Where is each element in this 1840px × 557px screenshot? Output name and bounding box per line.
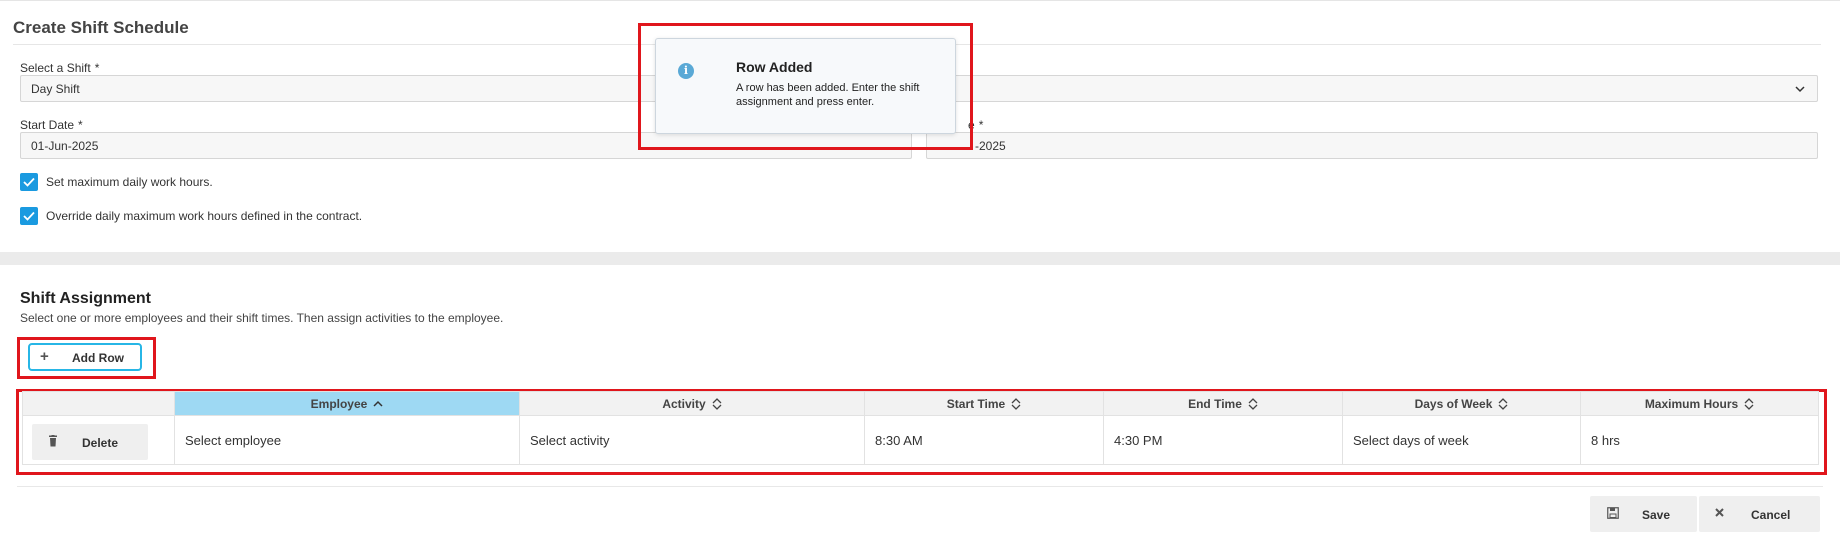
checkbox-max-daily-hours[interactable]: Set maximum daily work hours. <box>20 173 213 191</box>
required-mark: * <box>978 118 984 132</box>
grid-header-maximum-hours[interactable]: Maximum Hours <box>1581 392 1818 416</box>
checkbox-label: Override daily maximum work hours define… <box>46 209 363 223</box>
checkbox-checked[interactable] <box>20 207 38 225</box>
end-date-input[interactable]: -2025 <box>926 132 1818 159</box>
grid-header-end-time[interactable]: End Time <box>1104 392 1343 416</box>
column-label: Activity <box>662 396 706 411</box>
add-row-label: Add Row <box>72 351 124 365</box>
cell-end-time[interactable]: 4:30 PM <box>1104 416 1343 465</box>
trash-icon <box>49 435 57 447</box>
cell-text: 8:30 AM <box>875 433 923 448</box>
grid-header-start-time[interactable]: Start Time <box>865 392 1104 416</box>
checkmark-icon <box>23 177 35 187</box>
checkbox-checked[interactable] <box>20 173 38 191</box>
cell-text: 8 hrs <box>1591 433 1620 448</box>
sort-icon <box>712 397 722 410</box>
grid-header-actions <box>23 392 175 416</box>
close-icon <box>1715 508 1724 517</box>
grid-header-activity[interactable]: Activity <box>520 392 865 416</box>
cell-days-of-week[interactable]: Select days of week <box>1343 416 1581 465</box>
cell-text: Select days of week <box>1353 433 1469 448</box>
delete-row-button[interactable]: Delete <box>32 424 148 460</box>
checkmark-icon <box>23 211 35 221</box>
shift-label-text: Select a Shift <box>20 61 91 75</box>
toast-title: Row Added <box>736 59 813 75</box>
save-icon <box>1607 507 1619 519</box>
grid-header-days-of-week[interactable]: Days of Week <box>1343 392 1581 416</box>
column-label: Employee <box>310 396 368 411</box>
checkbox-override-contract-hours[interactable]: Override daily maximum work hours define… <box>20 207 362 225</box>
cell-text: 4:30 PM <box>1114 433 1163 448</box>
sort-icon <box>1248 397 1258 410</box>
cell-employee[interactable]: Select employee <box>175 416 520 465</box>
cell-start-time[interactable]: 8:30 AM <box>865 416 1104 465</box>
cell-activity[interactable]: Select activity <box>520 416 865 465</box>
toast-message: A row has been added. Enter the shift as… <box>736 82 920 108</box>
column-label: Start Time <box>946 396 1006 411</box>
cancel-button[interactable]: Cancel <box>1699 496 1820 532</box>
shift-select-value: Day Shift <box>31 82 80 96</box>
chevron-down-icon <box>1795 86 1805 93</box>
start-date-label: Start Date * <box>20 118 83 132</box>
cell-text: Select activity <box>530 433 610 448</box>
end-date-value: -2025 <box>975 139 1006 153</box>
footer-divider <box>17 486 1823 487</box>
info-icon: i <box>678 63 694 79</box>
start-date-label-text: Start Date <box>20 118 75 132</box>
cell-maximum-hours[interactable]: 8 hrs <box>1581 416 1818 465</box>
add-row-button[interactable]: + Add Row <box>28 343 142 371</box>
grid-header-employee[interactable]: Employee <box>175 392 520 416</box>
checkbox-label: Set maximum daily work hours. <box>46 175 213 189</box>
cell-text: Select employee <box>185 433 282 448</box>
save-label: Save <box>1642 508 1671 522</box>
cancel-label: Cancel <box>1751 508 1791 522</box>
create-shift-schedule-page: Create Shift Schedule Select a Shift * Da… <box>0 0 1840 557</box>
section-separator <box>0 252 1840 265</box>
required-mark: * <box>94 61 100 75</box>
shift-label: Select a Shift * <box>20 61 99 75</box>
sort-icon <box>1011 397 1021 410</box>
column-label: Days of Week <box>1414 396 1493 411</box>
shift-assignment-title: Shift Assignment <box>20 290 151 307</box>
row-added-toast: i Row Added A row has been added. Enter … <box>655 38 956 134</box>
shift-assignment-description: Select one or more employees and their s… <box>20 311 504 325</box>
page-title: Create Shift Schedule <box>13 18 189 37</box>
start-date-value: 01-Jun-2025 <box>31 139 99 153</box>
save-button[interactable]: Save <box>1590 496 1697 532</box>
plus-icon: + <box>40 348 49 365</box>
shift-assignment-grid: Employee Activity Start Time End Time Da… <box>22 391 1819 465</box>
delete-label: Delete <box>82 436 119 450</box>
column-label: End Time <box>1188 396 1242 411</box>
sort-ascending-icon <box>373 400 383 407</box>
column-label: Maximum Hours <box>1644 396 1739 411</box>
sort-icon <box>1498 397 1508 410</box>
required-mark: * <box>78 118 83 132</box>
sort-icon <box>1744 397 1754 410</box>
